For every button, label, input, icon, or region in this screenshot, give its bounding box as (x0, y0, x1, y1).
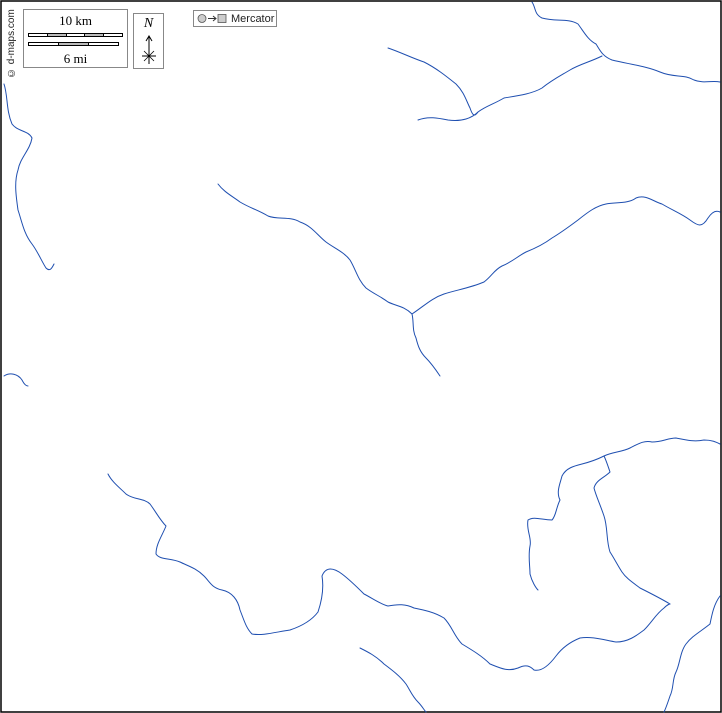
north-arrow: N (133, 13, 164, 69)
north-letter: N (143, 16, 154, 31)
credit-text: © d-maps.com (6, 9, 17, 79)
scale-km-bar (28, 33, 123, 37)
scale-mi-label: 6 mi (63, 51, 88, 66)
projection-badge: Mercator (193, 10, 277, 27)
circle-arrow-square-icon (197, 14, 227, 23)
projection-name: Mercator (231, 12, 275, 25)
compass-rose-icon (142, 35, 156, 64)
scale-bar: 10 km 6 mi (23, 9, 128, 68)
scale-km-label: 10 km (59, 13, 92, 28)
scale-mi-bar (28, 42, 119, 46)
map-frame (0, 0, 722, 713)
map-canvas[interactable] (0, 0, 722, 713)
